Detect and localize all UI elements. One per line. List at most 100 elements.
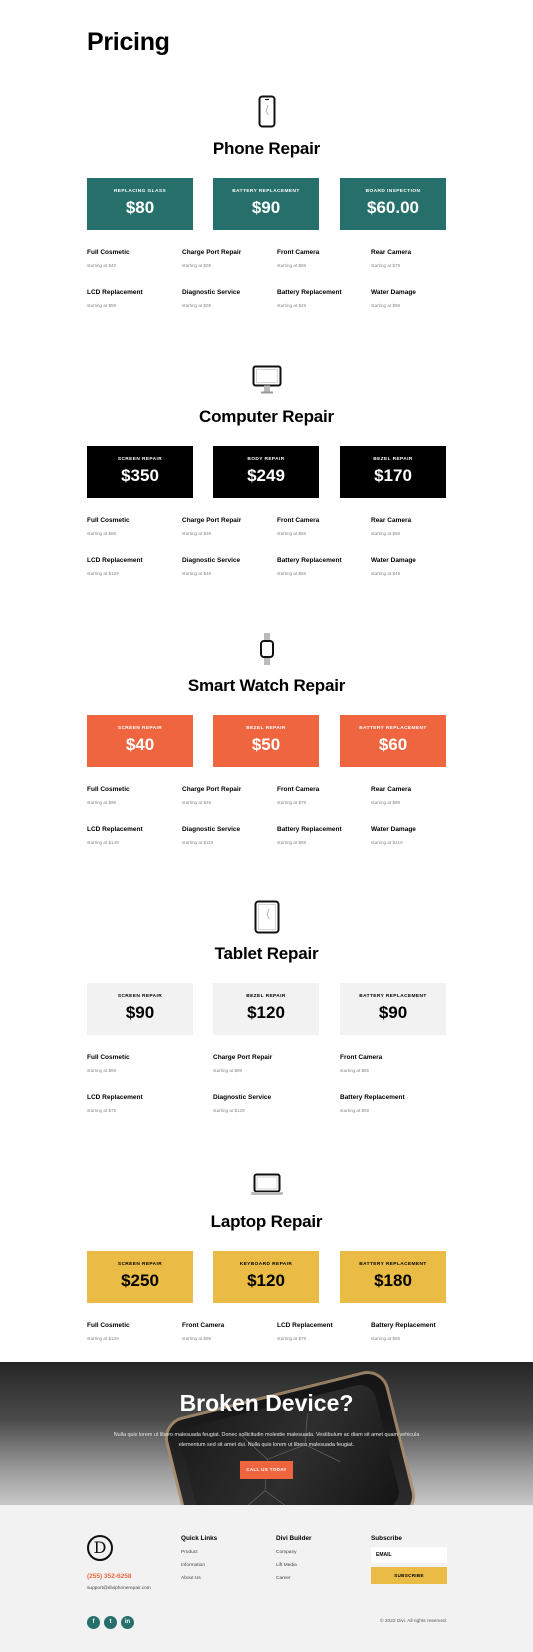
card-label: SCREEN REPAIR [117, 457, 163, 462]
service-price: starting at $89 [371, 800, 401, 805]
subscribe-button[interactable]: SUBSCRIBE [371, 1567, 447, 1584]
footer-link-about-us[interactable]: About Us [181, 1576, 217, 1581]
service-item: Charge Port Repair starting at $99 [213, 1054, 313, 1073]
service-item: LCD Replacement starting at $79 [277, 1322, 377, 1341]
card-label: SCREEN REPAIR [117, 726, 163, 731]
service-name: Rear Camera [371, 249, 412, 256]
footer-heading: Quick Links [181, 1535, 218, 1542]
card-price: $250 [121, 1271, 159, 1290]
card-price: $90 [125, 1003, 155, 1022]
call-us-button[interactable]: CALL US TODAY [240, 1461, 293, 1479]
footer-heading: Subscribe [371, 1535, 402, 1542]
card-price: $60.00 [367, 198, 419, 217]
service-name: Charge Port Repair [182, 249, 242, 256]
footer-link-information[interactable]: Information [181, 1563, 217, 1568]
facebook-icon[interactable]: f [87, 1616, 100, 1629]
service-price: starting at $39 [182, 531, 212, 536]
pricing-cards: SCREEN REPAIR $350 BODY REPAIR $249 BEZEL … [87, 446, 447, 498]
service-item: Full Cosmetic starting at $129 [87, 1322, 187, 1341]
cta-description: Nulla quis lorem ut libero malesuada feu… [113, 1432, 420, 1448]
service-name: Diagnostic Service [182, 289, 241, 296]
service-name: Rear Camera [371, 517, 412, 524]
pricing-card: SCREEN REPAIR $250 [87, 1251, 193, 1303]
footer-phone[interactable]: (255) 352-6258 [87, 1573, 131, 1580]
service-item: Charge Port Repair starting at $39 [182, 517, 282, 536]
service-price: starting at $129 [213, 1108, 245, 1113]
service-price: starting at $59 [277, 531, 307, 536]
service-price: starting at $79 [277, 1336, 307, 1341]
service-item: Battery Replacement starting at $59 [340, 1094, 440, 1113]
pricing-cards: SCREEN REPAIR $40 BEZEL REPAIR $50 BATTERY… [87, 715, 447, 767]
section-title: Phone Repair [212, 139, 321, 158]
service-name: LCD Replacement [277, 1322, 333, 1329]
service-price: starting at $49 [182, 571, 212, 576]
service-name: LCD Replacement [87, 289, 143, 296]
footer-email[interactable]: support@diviphonerepair.com [87, 1586, 151, 1591]
pricing-card: REPLACING GLASS $80 [87, 178, 193, 230]
service-item: Diagnostic Service starting at $39 [182, 289, 282, 308]
divi-logo[interactable]: D [87, 1535, 113, 1561]
service-name: Full Cosmetic [87, 786, 130, 793]
service-name: Full Cosmetic [87, 1054, 130, 1061]
service-item: Water Damage starting at $49 [371, 557, 471, 576]
footer-link-company[interactable]: Company [276, 1550, 312, 1555]
linkedin-icon[interactable]: in [121, 1616, 134, 1629]
service-price: starting at $79 [277, 800, 307, 805]
card-label: BATTERY REPLACEMENT [359, 994, 427, 999]
quick-links-column: Quick Links Product Information About Us [181, 1535, 217, 1589]
service-price: starting at $99 [182, 1336, 212, 1341]
service-name: Battery Replacement [371, 1322, 436, 1329]
cta-title: Broken Device? [179, 1390, 354, 1416]
service-name: Charge Port Repair [213, 1054, 273, 1061]
pricing-card: BATTERY REPLACEMENT $90 [340, 983, 446, 1035]
service-price: starting at $55 [371, 1336, 401, 1341]
card-label: SCREEN REPAIR [117, 1262, 163, 1267]
pricing-card: BATTERY REPLACEMENT $60 [340, 715, 446, 767]
service-item: Charge Port Repair starting at $39 [182, 249, 282, 268]
pricing-card: SCREEN REPAIR $40 [87, 715, 193, 767]
card-price: $40 [125, 735, 155, 754]
card-price: $249 [247, 466, 285, 485]
service-price: starting at $59 [340, 1108, 370, 1113]
footer-heading: Divi Builder [276, 1535, 312, 1542]
footer-link-lift-media[interactable]: Lift Media [276, 1563, 312, 1568]
laptop-icon [250, 1173, 283, 1195]
card-price: $90 [251, 198, 281, 217]
footer-link-career[interactable]: Career [276, 1576, 312, 1581]
service-item: Rear Camera starting at $69 [371, 517, 471, 536]
card-price: $170 [374, 466, 412, 485]
card-label: BEZEL REPAIR [246, 994, 286, 999]
service-item: Front Camera starting at $59 [277, 517, 377, 536]
service-item: LCD Replacement starting at $59 [87, 289, 187, 308]
twitter-icon[interactable]: t [104, 1616, 117, 1629]
pricing-card: SCREEN REPAIR $350 [87, 446, 193, 498]
service-item: Water Damage starting at $219 [371, 826, 471, 845]
service-name: LCD Replacement [87, 826, 143, 833]
section-title: Smart Watch Repair [187, 676, 346, 695]
service-name: Water Damage [371, 826, 416, 833]
service-name: Diagnostic Service [182, 557, 241, 564]
service-name: Front Camera [277, 517, 320, 524]
service-price: starting at $49 [182, 800, 212, 805]
service-name: Full Cosmetic [87, 517, 130, 524]
service-price: starting at $99 [371, 303, 401, 308]
service-name: Full Cosmetic [87, 249, 130, 256]
service-price: starting at $129 [87, 571, 119, 576]
service-item: Charge Port Repair starting at $49 [182, 786, 282, 805]
pricing-card: SCREEN REPAIR $90 [87, 983, 193, 1035]
smartphone-icon [258, 95, 275, 128]
footer-link-product[interactable]: Product [181, 1550, 217, 1555]
service-item: LCD Replacement starting at $129 [87, 557, 187, 576]
card-price: $80 [125, 198, 155, 217]
service-item: Diagnostic Service starting at $49 [182, 557, 282, 576]
divi-builder-column: Divi Builder Company Lift Media Career [276, 1535, 312, 1589]
service-name: Rear Camera [371, 786, 412, 793]
service-price: starting at $69 [277, 840, 307, 845]
service-item: Rear Camera starting at $89 [371, 786, 471, 805]
service-item: Battery Replacement starting at $69 [277, 826, 377, 845]
card-price: $60 [378, 735, 408, 754]
pricing-card: BATTERY REPLACEMENT $90 [213, 178, 319, 230]
section-title: Tablet Repair [214, 944, 319, 963]
email-field[interactable]: EMAIL [371, 1547, 447, 1563]
service-item: Rear Camera starting at $79 [371, 249, 471, 268]
